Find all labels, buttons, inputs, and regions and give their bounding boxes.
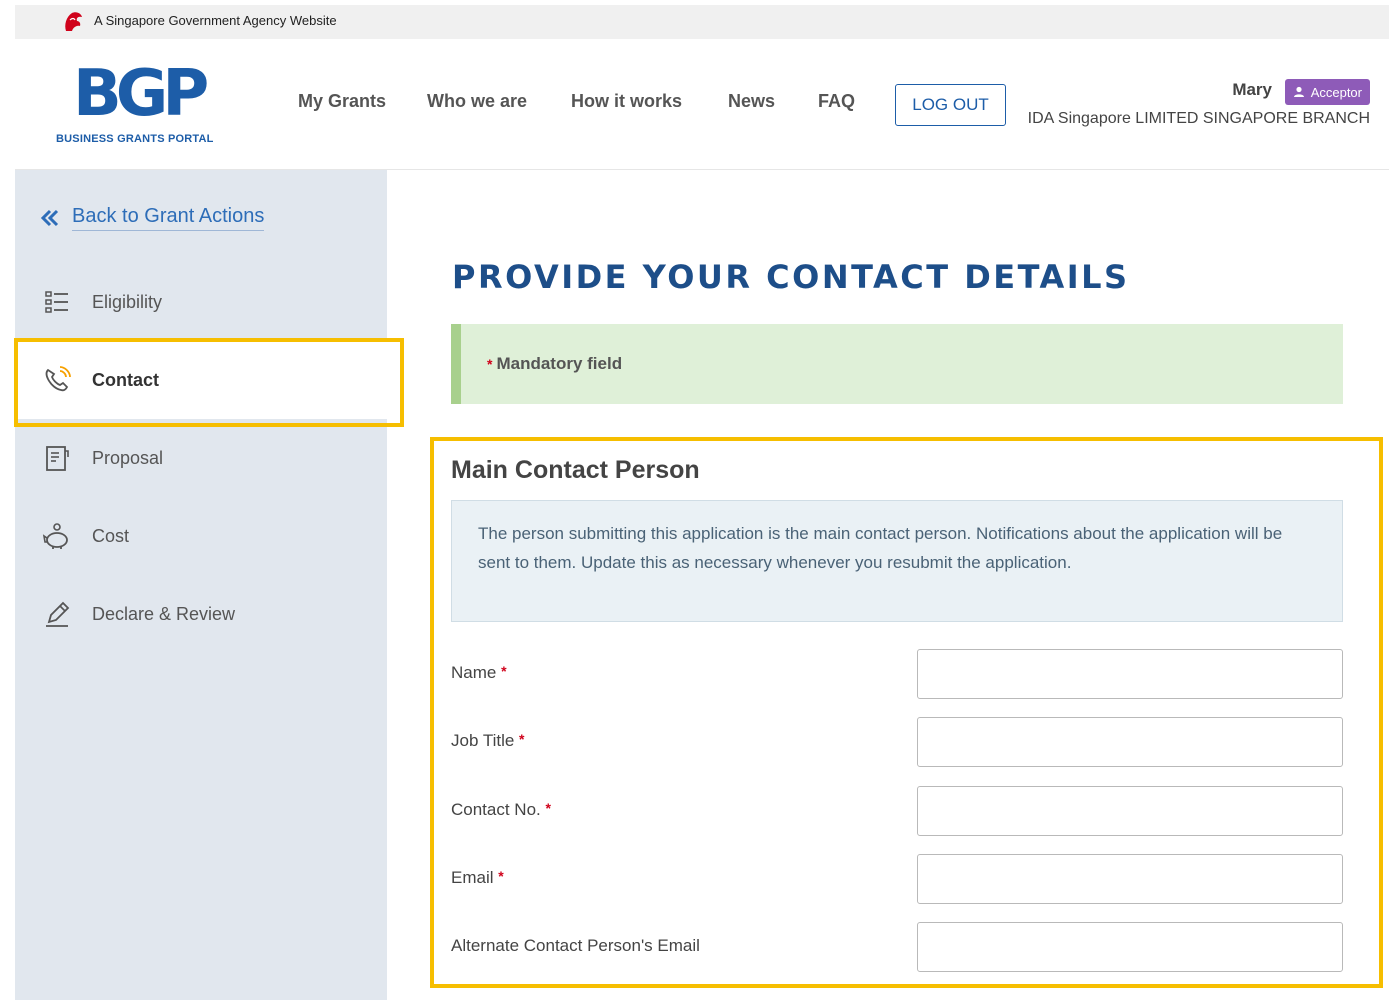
form-row-name: Name * xyxy=(451,649,1343,699)
sidebar-item-label: Eligibility xyxy=(92,291,163,312)
form-row-alternate-email: Alternate Contact Person's Email xyxy=(451,922,1343,972)
info-box: The person submitting this application i… xyxy=(451,500,1343,622)
field-label: Email * xyxy=(451,868,508,888)
field-label-text: Job Title xyxy=(451,731,515,750)
required-asterisk: * xyxy=(501,663,507,679)
sidebar: Back to Grant Actions Eligibility Contac… xyxy=(15,170,387,1000)
double-chevron-left-icon xyxy=(40,209,59,227)
sidebar-item-label: Proposal xyxy=(92,447,164,468)
field-label: Alternate Contact Person's Email xyxy=(451,936,700,956)
logo-subtitle: BUSINESS GRANTS PORTAL xyxy=(56,133,214,145)
nav-news[interactable]: News xyxy=(728,91,775,112)
required-asterisk: * xyxy=(519,731,525,747)
organisation-name: IDA Singapore LIMITED SINGAPORE BRANCH xyxy=(1027,110,1370,127)
name-input[interactable] xyxy=(917,649,1343,699)
page-title: PROVIDE YOUR CONTACT DETAILS xyxy=(452,258,1130,296)
job-title-input[interactable] xyxy=(917,717,1343,767)
nav-how-it-works[interactable]: How it works xyxy=(571,91,682,112)
user-name: Mary xyxy=(1232,80,1272,99)
sidebar-item-proposal[interactable]: Proposal xyxy=(15,419,387,497)
sidebar-item-label: Contact xyxy=(92,369,159,390)
required-asterisk: * xyxy=(487,356,493,372)
sidebar-item-contact[interactable]: Contact xyxy=(15,341,387,419)
sidebar-item-eligibility[interactable]: Eligibility xyxy=(15,263,387,341)
pen-icon xyxy=(46,601,70,627)
sidebar-item-declare-review[interactable]: Declare & Review xyxy=(15,575,387,653)
field-label-text: Email xyxy=(451,868,494,887)
list-icon xyxy=(45,291,68,313)
sidebar-item-label: Declare & Review xyxy=(92,603,236,624)
document-icon xyxy=(46,446,69,471)
lion-head-icon xyxy=(65,12,82,32)
back-to-grant-actions-link[interactable]: Back to Grant Actions xyxy=(40,205,265,231)
field-label: Contact No. * xyxy=(451,800,555,820)
mandatory-field-notice: * Mandatory field xyxy=(451,324,1343,404)
field-label: Name * xyxy=(451,663,511,683)
form-row-job-title: Job Title * xyxy=(451,717,1343,767)
nav-faq[interactable]: FAQ xyxy=(818,91,855,112)
field-label: Job Title * xyxy=(451,731,529,751)
sidebar-item-label: Cost xyxy=(92,525,130,546)
piggy-bank-icon xyxy=(42,523,68,549)
section-title: Main Contact Person xyxy=(451,456,700,484)
phone-icon xyxy=(45,366,71,392)
sidebar-item-cost[interactable]: Cost xyxy=(15,497,387,575)
gov-agency-text: A Singapore Government Agency Website xyxy=(94,13,337,28)
bgp-logo[interactable]: BGP xyxy=(73,61,209,127)
nav-my-grants[interactable]: My Grants xyxy=(298,91,386,112)
form-row-email: Email * xyxy=(451,854,1343,904)
logout-button[interactable]: LOG OUT xyxy=(895,84,1006,126)
gov-bar: A Singapore Government Agency Website xyxy=(15,5,1389,39)
required-asterisk: * xyxy=(498,868,504,884)
nav-who-we-are[interactable]: Who we are xyxy=(427,91,527,112)
user-icon xyxy=(1293,86,1304,97)
site-header: BGP BUSINESS GRANTS PORTAL My Grants Who… xyxy=(15,39,1389,170)
role-label: Acceptor xyxy=(1310,84,1362,100)
alternate-email-input[interactable] xyxy=(917,922,1343,972)
back-link-label: Back to Grant Actions xyxy=(72,205,265,231)
form-row-contact-no: Contact No. * xyxy=(451,786,1343,836)
required-asterisk: * xyxy=(545,800,551,816)
contact-no-input[interactable] xyxy=(917,786,1343,836)
field-label-text: Alternate Contact Person's Email xyxy=(451,936,700,955)
field-label-text: Name xyxy=(451,663,497,682)
role-badge: Acceptor xyxy=(1284,79,1370,105)
field-label-text: Contact No. xyxy=(451,800,541,819)
mandatory-note-text: Mandatory field xyxy=(496,354,623,373)
email-input[interactable] xyxy=(917,854,1343,904)
